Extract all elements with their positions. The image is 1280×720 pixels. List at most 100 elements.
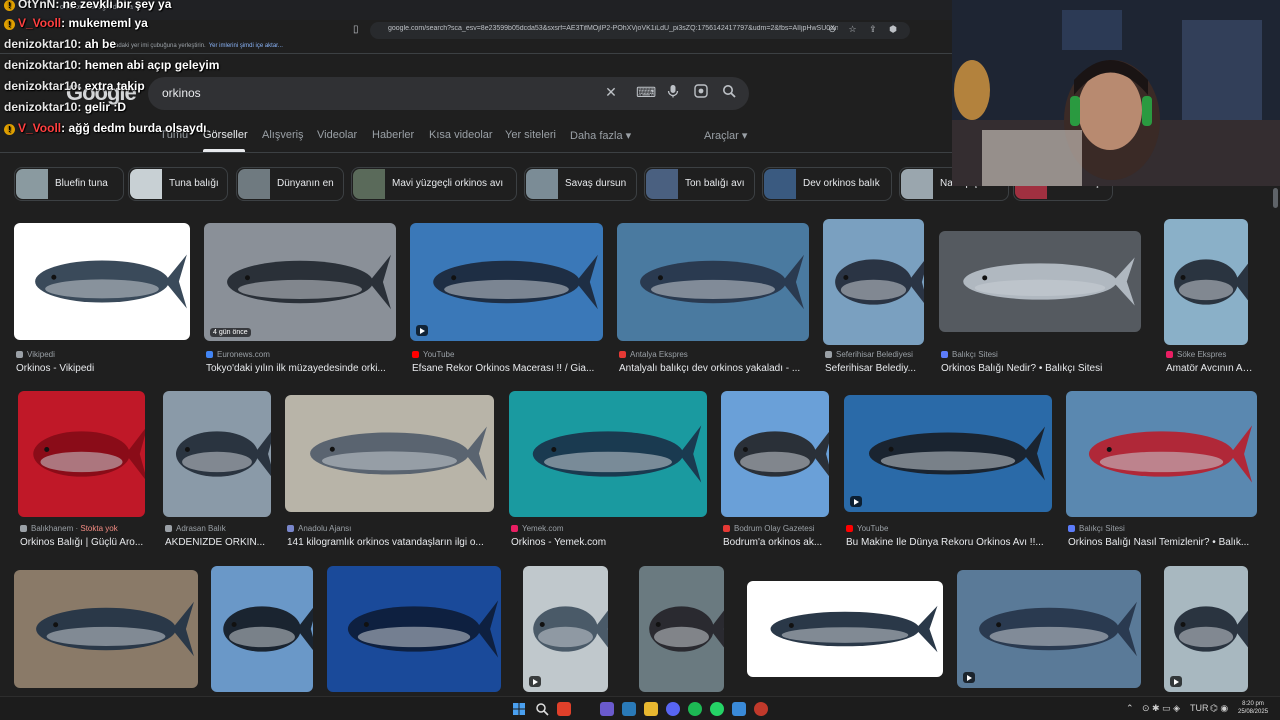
- result-thumbnail[interactable]: [211, 566, 313, 692]
- tray-chevron-icon[interactable]: ⌃: [1126, 703, 1134, 714]
- result-source[interactable]: Vikipedi: [16, 350, 55, 359]
- result-title[interactable]: Orkinos - Yemek.com: [511, 537, 713, 548]
- tab-images[interactable]: Görseller: [203, 129, 248, 141]
- result-source[interactable]: Adrasan Balık: [165, 524, 226, 533]
- result-source[interactable]: Söke Ekspres: [1166, 350, 1226, 359]
- chip-6[interactable]: Dev orkinos balık: [762, 167, 892, 201]
- result-thumbnail[interactable]: [939, 231, 1141, 332]
- result-thumbnail[interactable]: [410, 223, 603, 341]
- address-url[interactable]: google.com/search?sca_esv=8e23599b05dcda…: [388, 25, 838, 32]
- result-source[interactable]: Yemek.com: [511, 524, 564, 533]
- result-thumbnail[interactable]: [285, 395, 494, 512]
- discord-icon[interactable]: [666, 702, 680, 716]
- result-title[interactable]: Orkinos Balığı Nasıl Temizlenir? • Balık…: [1068, 537, 1263, 548]
- result-thumbnail[interactable]: 4 gün önce: [204, 223, 396, 341]
- result-thumbnail[interactable]: [957, 570, 1141, 688]
- whatsapp-icon[interactable]: [710, 702, 724, 716]
- mic-icon[interactable]: [664, 84, 682, 101]
- chip-3[interactable]: Mavi yüzgeçli orkinos avı: [351, 167, 517, 201]
- favicon-icon: [16, 351, 23, 358]
- result-thumbnail[interactable]: [18, 391, 145, 517]
- result-thumbnail[interactable]: [163, 391, 271, 517]
- tab-places[interactable]: Yer siteleri: [505, 129, 556, 141]
- result-source[interactable]: Anadolu Ajansı: [287, 524, 351, 533]
- tab-short-videos[interactable]: Kısa videolar: [429, 129, 493, 141]
- result-source[interactable]: Balıkçı Sitesi: [1068, 524, 1125, 533]
- result-thumbnail[interactable]: [14, 223, 190, 340]
- result-thumbnail[interactable]: [1164, 566, 1248, 692]
- result-source[interactable]: Balıkhanem · Stokta yok: [20, 524, 118, 533]
- result-thumbnail[interactable]: [327, 566, 501, 692]
- scrollbar-thumb[interactable]: [1273, 188, 1278, 208]
- address-bar[interactable]: google.com/search?sca_esv=8e23599b05dcda…: [370, 22, 910, 39]
- result-thumbnail[interactable]: [1164, 219, 1248, 345]
- tab-more[interactable]: Daha fazla ▾: [570, 129, 631, 142]
- tools-button[interactable]: Araçlar ▾: [704, 129, 747, 142]
- app-icon-2[interactable]: [732, 702, 746, 716]
- result-thumbnail[interactable]: [509, 391, 707, 517]
- search-input[interactable]: orkinos: [162, 86, 201, 100]
- result-source[interactable]: Bodrum Olay Gazetesi: [723, 524, 814, 533]
- chip-1[interactable]: Tuna balığı: [128, 167, 228, 201]
- folder-icon[interactable]: [644, 702, 658, 716]
- result-title[interactable]: Tokyo'daki yılın ilk müzayedesinde orki.…: [206, 363, 402, 374]
- result-thumbnail[interactable]: [617, 223, 809, 341]
- search-box[interactable]: orkinos ✕ ⌨: [148, 77, 749, 110]
- result-title[interactable]: Amatör Avcının Ağı...: [1166, 363, 1254, 374]
- telegram-icon[interactable]: [622, 702, 636, 716]
- result-source[interactable]: YouTube: [412, 350, 454, 359]
- result-source[interactable]: Balıkçı Sitesi: [941, 350, 998, 359]
- keyboard-icon[interactable]: ⌨: [636, 84, 656, 101]
- result-title[interactable]: Seferihisar Belediy...: [825, 363, 930, 374]
- result-source[interactable]: Euronews.com: [206, 350, 270, 359]
- taskbar-search-icon[interactable]: [535, 702, 549, 716]
- start-icon[interactable]: [512, 702, 526, 716]
- result-title[interactable]: Orkinos - Vikipedi: [16, 363, 196, 374]
- bookmark-icon[interactable]: ▯: [353, 24, 359, 35]
- record-icon[interactable]: [754, 702, 768, 716]
- chip-0[interactable]: Bluefin tuna: [14, 167, 124, 201]
- result-thumbnail[interactable]: [639, 566, 724, 692]
- system-tray-icons[interactable]: ⌬ ◉: [1210, 703, 1228, 714]
- clock[interactable]: 8:20 pm 25/08/2025: [1238, 700, 1268, 716]
- language-indicator[interactable]: TUR: [1190, 703, 1209, 713]
- close-icon[interactable]: ✕: [602, 84, 620, 101]
- result-title[interactable]: AKDENİZDE ORKİN...: [165, 537, 277, 548]
- lens-icon[interactable]: [692, 84, 710, 101]
- result-thumbnail[interactable]: [844, 395, 1052, 512]
- result-thumbnail[interactable]: [747, 581, 943, 677]
- result-title[interactable]: 141 kilogramlık orkinos vatandaşların il…: [287, 537, 500, 548]
- brave-browser-icon[interactable]: [557, 702, 571, 716]
- result-source[interactable]: YouTube: [846, 524, 888, 533]
- tray-icons[interactable]: ⊙ ✱ ▭ ◈: [1142, 703, 1180, 714]
- tab-shopping[interactable]: Alışveriş: [262, 129, 304, 141]
- chip-4[interactable]: Savaş dursun: [524, 167, 637, 201]
- result-title[interactable]: Antalyalı balıkçı dev orkinos yakaladı -…: [619, 363, 815, 374]
- tab-videos[interactable]: Videolar: [317, 129, 357, 141]
- result-thumbnail[interactable]: [523, 566, 608, 692]
- result-source[interactable]: Seferihisar Belediyesi: [825, 350, 913, 359]
- address-bar-actions[interactable]: ⊖ ☆ ⇪ ⬢: [828, 24, 902, 35]
- chip-2[interactable]: Dünyanın en: [236, 167, 344, 201]
- app-icon[interactable]: [600, 702, 614, 716]
- result-title[interactable]: Bu Makine İle Dünya Rekoru Orkinos Avı !…: [846, 537, 1058, 548]
- spotify-icon[interactable]: [688, 702, 702, 716]
- result-thumbnail[interactable]: [14, 570, 198, 688]
- search-icon[interactable]: [720, 84, 738, 101]
- play-icon: [850, 496, 862, 507]
- result-title[interactable]: Orkinos Balığı | Güçlü Aro...: [20, 537, 151, 548]
- chip-5[interactable]: Ton balığı avı: [644, 167, 755, 201]
- play-icon: [416, 325, 428, 336]
- import-bookmarks-link[interactable]: Yer imlerini şimdi içe aktar...: [209, 43, 283, 49]
- chat-badge-icon: !: [4, 19, 15, 30]
- favicon-icon: [619, 351, 626, 358]
- result-title[interactable]: Orkinos Balığı Nedir? • Balıkçı Sitesi: [941, 363, 1147, 374]
- result-thumbnail[interactable]: [1066, 391, 1257, 517]
- result-source[interactable]: Antalya Ekspres: [619, 350, 688, 359]
- page-scrollbar[interactable]: [1272, 186, 1280, 696]
- result-title[interactable]: Efsane Rekor Orkinos Macerası !! / Gia..…: [412, 363, 609, 374]
- tab-news[interactable]: Haberler: [372, 129, 414, 141]
- result-thumbnail[interactable]: [823, 219, 924, 345]
- result-thumbnail[interactable]: [721, 391, 829, 517]
- result-title[interactable]: Bodrum'a orkinos ak...: [723, 537, 835, 548]
